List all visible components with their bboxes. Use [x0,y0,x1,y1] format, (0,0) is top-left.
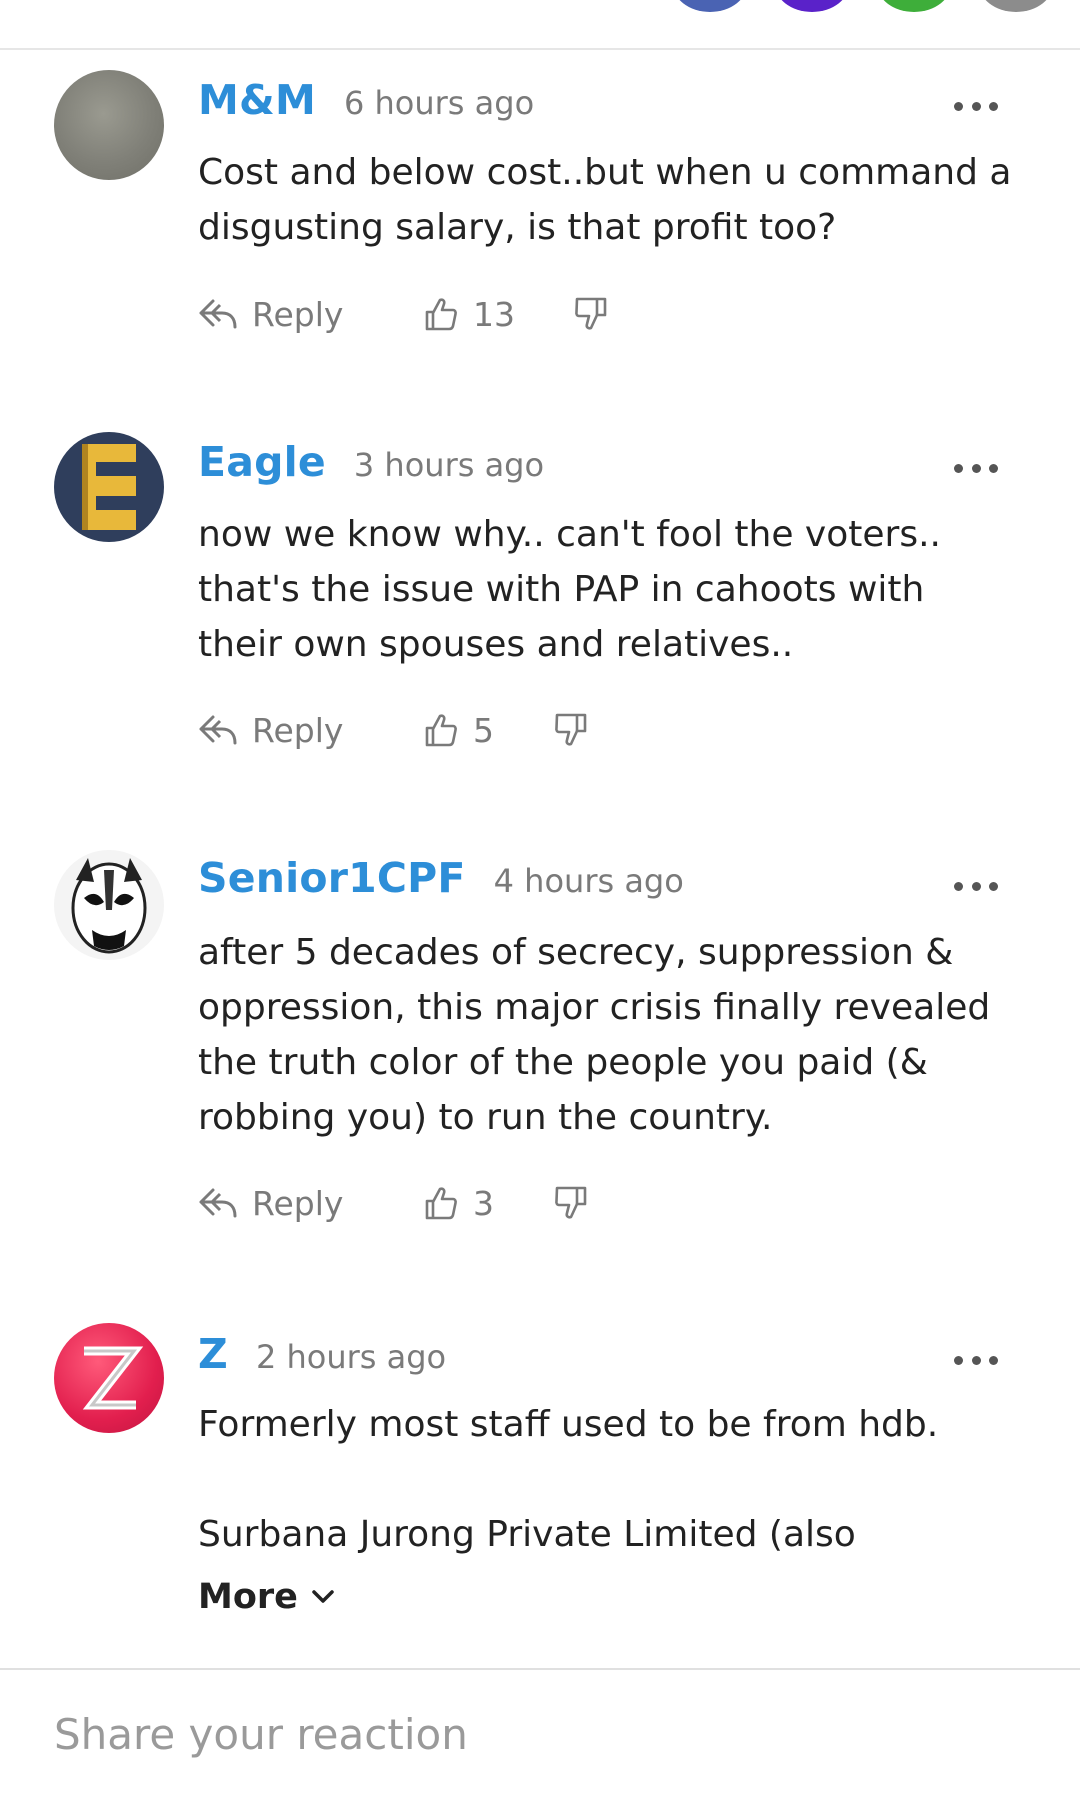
comment-time: 2 hours ago [255,1338,447,1376]
more-dots-icon[interactable] [954,880,998,892]
avatar-mask [71,858,147,954]
reaction-circle-green[interactable] [876,0,952,12]
comment-time: 3 hours ago [353,446,545,484]
more-dots-icon[interactable] [954,1354,998,1366]
like-button[interactable]: 13 [423,295,573,334]
comment-actions: Reply 13 [198,292,609,336]
reply-icon [199,299,237,329]
more-button[interactable]: More [198,1577,336,1617]
reply-button[interactable]: Reply [198,1184,423,1223]
dislike-button[interactable] [553,1185,589,1221]
comment-author[interactable]: M&M [198,76,316,124]
comment-time: 6 hours ago [343,84,535,122]
avatar[interactable] [54,1323,164,1433]
avatar[interactable] [54,70,164,180]
like-count: 3 [473,1183,494,1223]
reaction-strip [610,0,1054,12]
avatar[interactable] [54,432,164,542]
comment-body: Cost and below cost..but when u command … [198,152,1012,248]
reply-icon [199,1188,237,1218]
comment-header: Z 2 hours ago [198,1330,1020,1378]
thumbs-up-icon [425,714,457,747]
more-dots-icon[interactable] [954,462,998,474]
thumbs-down-icon [575,297,607,330]
divider [0,1668,1080,1670]
reaction-circle-gray[interactable] [978,0,1054,12]
comment-header: M&M 6 hours ago [198,76,1020,124]
thumbs-down-icon [555,1186,587,1219]
reply-label: Reply [252,710,344,750]
comment-author[interactable]: Eagle [198,438,326,486]
reply-button[interactable]: Reply [198,711,423,750]
divider [0,48,1080,50]
reply-button[interactable]: Reply [198,295,423,334]
comment-author[interactable]: Senior1CPF [198,854,466,902]
like-count: 13 [473,294,515,334]
comment-body: now we know why.. can't fool the voters.… [198,514,941,665]
like-button[interactable]: 3 [423,1184,553,1223]
comment-body-line: Surbana Jurong Private Limited (also [198,1514,856,1555]
comment-body-line: Formerly most staff used to be from hdb. [198,1404,939,1445]
avatar-letter-e [82,444,136,530]
more-dots-icon[interactable] [954,100,998,112]
like-count: 5 [473,710,494,750]
comment-header: Eagle 3 hours ago [198,438,1020,486]
reaction-circle-purple[interactable] [774,0,850,12]
comment-author[interactable]: Z [198,1330,228,1378]
more-label: More [198,1577,298,1617]
like-button[interactable]: 5 [423,711,553,750]
thumbs-up-icon [425,1187,457,1220]
reply-icon [199,715,237,745]
comments-page: M&M 6 hours ago Cost and below cost..but… [0,0,1080,1795]
thumbs-up-icon [425,298,457,331]
dislike-button[interactable] [553,712,589,748]
avatar-letter-z [82,1346,144,1410]
comment-actions: Reply 5 [198,708,589,752]
reply-label: Reply [252,1183,344,1223]
thumbs-down-icon [555,713,587,746]
dislike-button[interactable] [573,296,609,332]
avatar[interactable] [54,850,164,960]
share-reaction-input[interactable]: Share your reaction [54,1710,468,1759]
comment-header: Senior1CPF 4 hours ago [198,854,1020,902]
chevron-down-icon [312,1590,334,1603]
reaction-circle-blue[interactable] [672,0,748,12]
comment-actions: Reply 3 [198,1181,589,1225]
comment-time: 4 hours ago [493,862,684,900]
reply-label: Reply [252,294,344,334]
comment-body: after 5 decades of secrecy, suppression … [198,932,991,1138]
